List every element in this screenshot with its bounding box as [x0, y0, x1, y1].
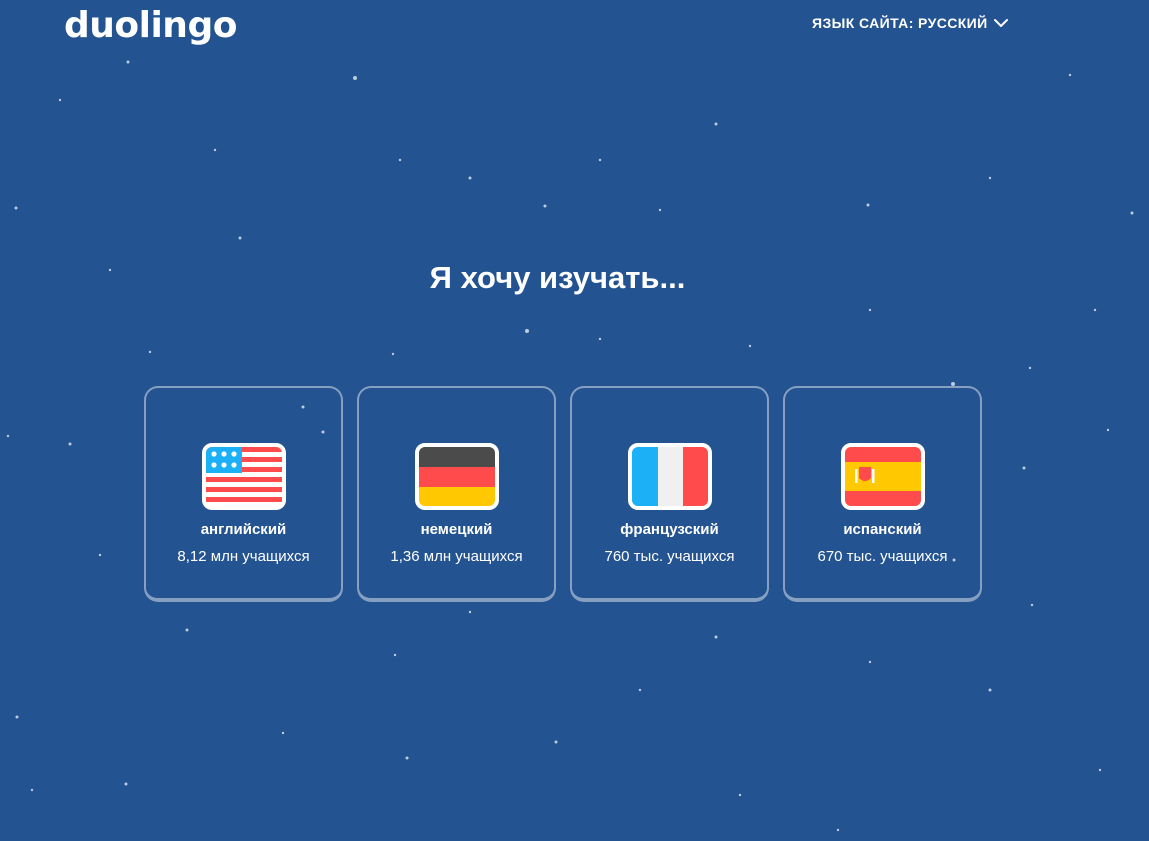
learner-count: 670 тыс. учащихся — [817, 548, 948, 565]
language-card-german[interactable]: немецкий 1,36 млн учащихся — [357, 386, 556, 602]
learner-count: 760 тыс. учащихся — [604, 548, 735, 565]
chevron-down-icon — [993, 19, 1008, 27]
germany-flag-icon — [414, 443, 499, 510]
language-name: немецкий — [420, 521, 493, 538]
language-picker-page: duolingo ЯЗЫК САЙТА: РУССКИЙ Я хочу изуч… — [0, 0, 1149, 841]
language-name: французский — [620, 521, 719, 538]
site-language-selector[interactable]: ЯЗЫК САЙТА: РУССКИЙ — [812, 15, 1008, 31]
site-language-label: ЯЗЫК САЙТА: РУССКИЙ — [812, 15, 988, 31]
language-name: английский — [200, 521, 287, 538]
language-card-french[interactable]: французский 760 тыс. учащихся — [570, 386, 769, 602]
duolingo-logo[interactable]: duolingo — [64, 5, 237, 47]
page-title: Я хочу изучать... — [429, 260, 686, 295]
language-card-spanish[interactable]: испанский 670 тыс. учащихся — [783, 386, 982, 602]
spain-flag-icon — [840, 443, 925, 510]
usa-flag-icon — [201, 443, 286, 510]
learner-count: 1,36 млн учащихся — [390, 548, 523, 565]
language-cards: английский 8,12 млн учащихся немецкий 1,… — [144, 386, 982, 602]
language-card-english[interactable]: английский 8,12 млн учащихся — [144, 386, 343, 602]
learner-count: 8,12 млн учащихся — [177, 548, 310, 565]
language-name: испанский — [843, 521, 922, 538]
france-flag-icon — [627, 443, 712, 510]
